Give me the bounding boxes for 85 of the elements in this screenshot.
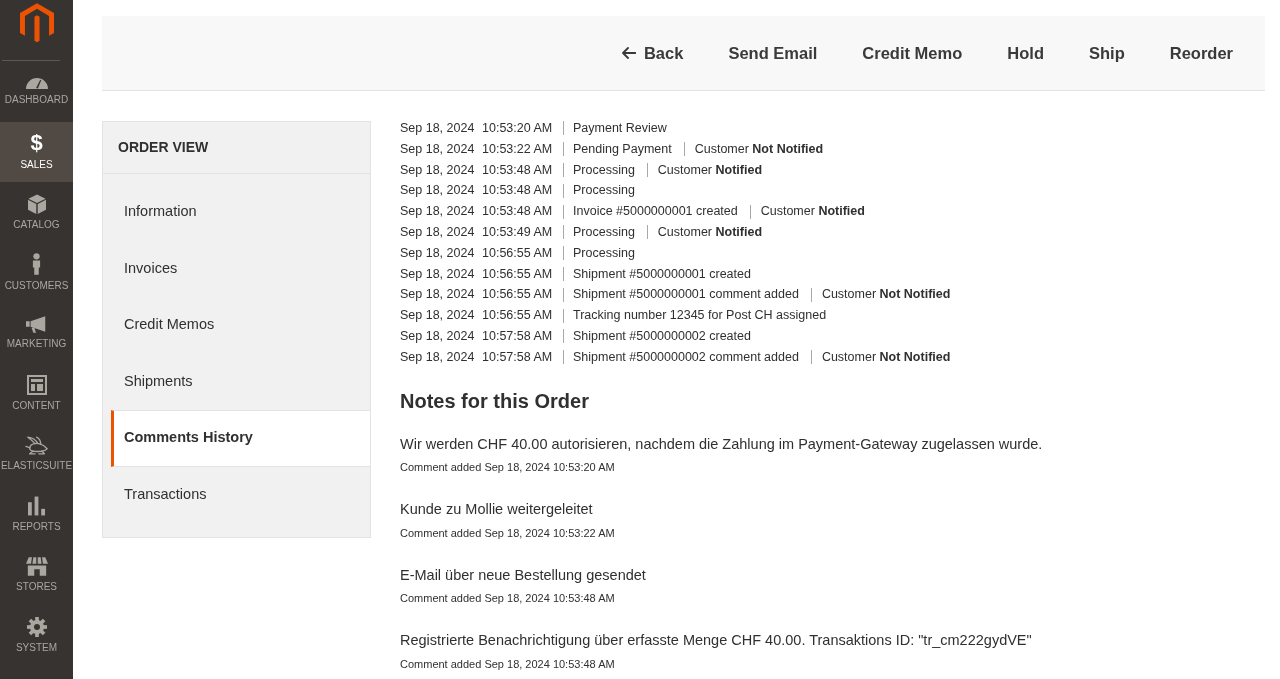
note-text: Registrierte Benachrichtigung über erfasste Menge CHF 40.00. Transaktions ID: "tr_cm222gydVE": [400, 631, 1033, 651]
note-text: E-Mail über neue Bestellung gesendet: [400, 565, 647, 585]
sidebar-nav-item[interactable]: CATALOG: [0, 182, 73, 243]
order-view-tab[interactable]: Credit Memos: [111, 297, 370, 354]
action-button[interactable]: Ship: [1077, 32, 1136, 74]
sidebar-nav-item[interactable]: DASHBOARD: [0, 61, 73, 122]
note-meta: Comment added Sep 18, 2024 10:53:22 AM: [400, 525, 616, 541]
note-meta: Comment added Sep 18, 2024 10:53:20 AM: [400, 460, 616, 476]
history-comment: Payment Review: [573, 120, 667, 137]
bar-chart-icon: [28, 496, 45, 517]
action-button[interactable]: Send Email: [717, 32, 829, 74]
sidebar-nav-item[interactable]: ELASTICSUITE: [0, 424, 73, 485]
history-comment: Tracking number 12345 for Post CH assigned: [573, 307, 827, 325]
person-icon: [32, 253, 41, 276]
sidebar-nav-item[interactable]: CONTENT: [0, 363, 73, 424]
history-comment: Processing: [573, 224, 635, 241]
sidebar-nav-item[interactable]: STORES: [0, 545, 73, 606]
history-comment: Invoice #5000000001 created: [573, 203, 738, 221]
sidebar-nav-item[interactable]: CUSTOMERS: [0, 242, 73, 303]
order-view-tab[interactable]: Invoices: [111, 240, 370, 297]
note-meta: Comment added Sep 18, 2024 10:53:48 AM: [400, 656, 616, 672]
dollar-icon: $: [30, 132, 43, 155]
notification-status: Customer Not Notified: [694, 140, 824, 158]
layout-icon: [26, 375, 47, 396]
history-comment: Shipment #5000000002 comment added: [573, 348, 799, 366]
panel-title: ORDER VIEW: [103, 122, 370, 174]
history-comment: Shipment #5000000002 created: [573, 328, 751, 345]
history-date: Sep 18, 2024: [400, 203, 476, 221]
history-date: Sep 18, 2024: [400, 140, 476, 158]
history-comment: Shipment #5000000001 created: [573, 265, 751, 283]
history-date: Sep 18, 2024: [400, 348, 476, 366]
arrow-left-icon: [621, 47, 636, 59]
history-date: Sep 18, 2024: [400, 161, 476, 179]
gauge-icon: [25, 76, 48, 90]
history-time: 10:56:55 AM: [482, 307, 554, 325]
sidebar-nav-item[interactable]: REPORTS: [0, 484, 73, 545]
history-time: 10:53:48 AM: [482, 182, 554, 200]
history-time: 10:56:55 AM: [482, 265, 554, 283]
history-date: Sep 18, 2024: [400, 224, 476, 241]
history-time: 10:53:49 AM: [482, 224, 554, 241]
section-heading: Notes for this Order: [400, 388, 590, 413]
sidebar-nav-item[interactable]: $ SALES: [0, 121, 73, 182]
history-comment: Shipment #5000000001 comment added: [573, 286, 799, 304]
note-text: Kunde zu Mollie weitergeleitet: [400, 500, 594, 520]
action-button[interactable]: Credit Memo: [851, 32, 974, 74]
megaphone-icon: [25, 316, 48, 334]
note-meta: Comment added Sep 18, 2024 10:53:48 AM: [400, 591, 616, 607]
logo-icon: [19, 3, 54, 43]
notification-status: Customer Not Notified: [821, 348, 951, 366]
rabbit-icon: [24, 436, 49, 456]
notification-status: Customer Notified: [760, 203, 865, 221]
sidebar-nav-item[interactable]: MARKETING: [0, 303, 73, 364]
order-view-tab[interactable]: Comments History: [111, 410, 370, 467]
order-view-tab[interactable]: Shipments: [111, 353, 370, 410]
action-button[interactable]: Reorder: [1158, 32, 1244, 74]
history-time: 10:57:58 AM: [482, 328, 554, 345]
history-date: Sep 18, 2024: [400, 182, 476, 200]
cube-icon: [27, 193, 46, 214]
history-time: 10:56:55 AM: [482, 244, 554, 262]
history-date: Sep 18, 2024: [400, 120, 476, 137]
history-date: Sep 18, 2024: [400, 244, 476, 262]
history-comment: Processing: [573, 244, 635, 262]
history-date: Sep 18, 2024: [400, 265, 476, 283]
notification-status: Customer Notified: [657, 161, 763, 179]
action-button[interactable]: Hold: [996, 32, 1055, 74]
notification-status: Customer Notified: [657, 224, 763, 241]
history-time: 10:53:20 AM: [482, 120, 554, 137]
history-time: 10:57:58 AM: [482, 348, 554, 366]
order-view-tab[interactable]: Transactions: [111, 466, 370, 523]
history-time: 10:56:55 AM: [482, 286, 554, 304]
history-date: Sep 18, 2024: [400, 328, 476, 345]
history-time: 10:53:22 AM: [482, 140, 554, 158]
sidebar-nav-item[interactable]: SYSTEM: [0, 605, 73, 666]
history-time: 10:53:48 AM: [482, 203, 554, 221]
history-date: Sep 18, 2024: [400, 307, 476, 325]
notification-status: Customer Not Notified: [821, 286, 951, 304]
history-date: Sep 18, 2024: [400, 286, 476, 304]
order-view-tab[interactable]: Information: [111, 184, 370, 241]
storefront-icon: [25, 557, 48, 577]
history-comment: Pending Payment: [573, 140, 672, 158]
note-text: Wir werden CHF 40.00 autorisieren, nachdem die Zahlung im Payment-Gateway zugelassen wurde.: [400, 434, 1044, 454]
history-comment: Processing: [573, 161, 635, 179]
back-button[interactable]: Back: [610, 32, 695, 74]
history-time: 10:53:48 AM: [482, 161, 554, 179]
history-comment: Processing: [573, 182, 635, 200]
